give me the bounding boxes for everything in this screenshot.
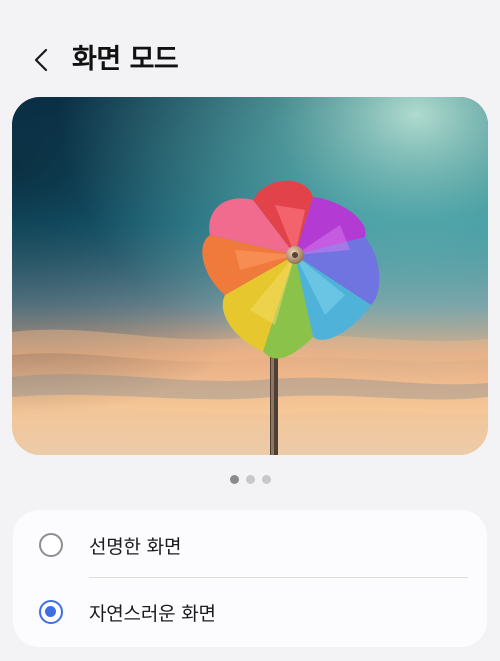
page-dot-2[interactable] xyxy=(245,475,255,484)
pinwheel-image xyxy=(12,97,488,455)
chevron-left-icon xyxy=(34,48,48,72)
option-natural[interactable]: 자연스러운 화면 xyxy=(13,579,487,645)
page-indicator xyxy=(0,475,500,484)
option-vivid[interactable]: 선명한 화면 xyxy=(13,512,487,578)
divider xyxy=(89,577,468,578)
page-dot-1[interactable] xyxy=(229,475,239,484)
radio-checked-icon[interactable] xyxy=(39,600,63,624)
screen-mode-options: 선명한 화면 자연스러운 화면 xyxy=(13,510,487,647)
back-button[interactable] xyxy=(24,42,60,78)
preview-image[interactable] xyxy=(12,97,488,455)
option-vivid-label: 선명한 화면 xyxy=(89,535,182,558)
option-natural-label: 자연스러운 화면 xyxy=(89,602,216,625)
radio-unchecked-icon[interactable] xyxy=(39,533,63,557)
page-dot-3[interactable] xyxy=(261,475,271,484)
page-title: 화면 모드 xyxy=(72,44,179,75)
